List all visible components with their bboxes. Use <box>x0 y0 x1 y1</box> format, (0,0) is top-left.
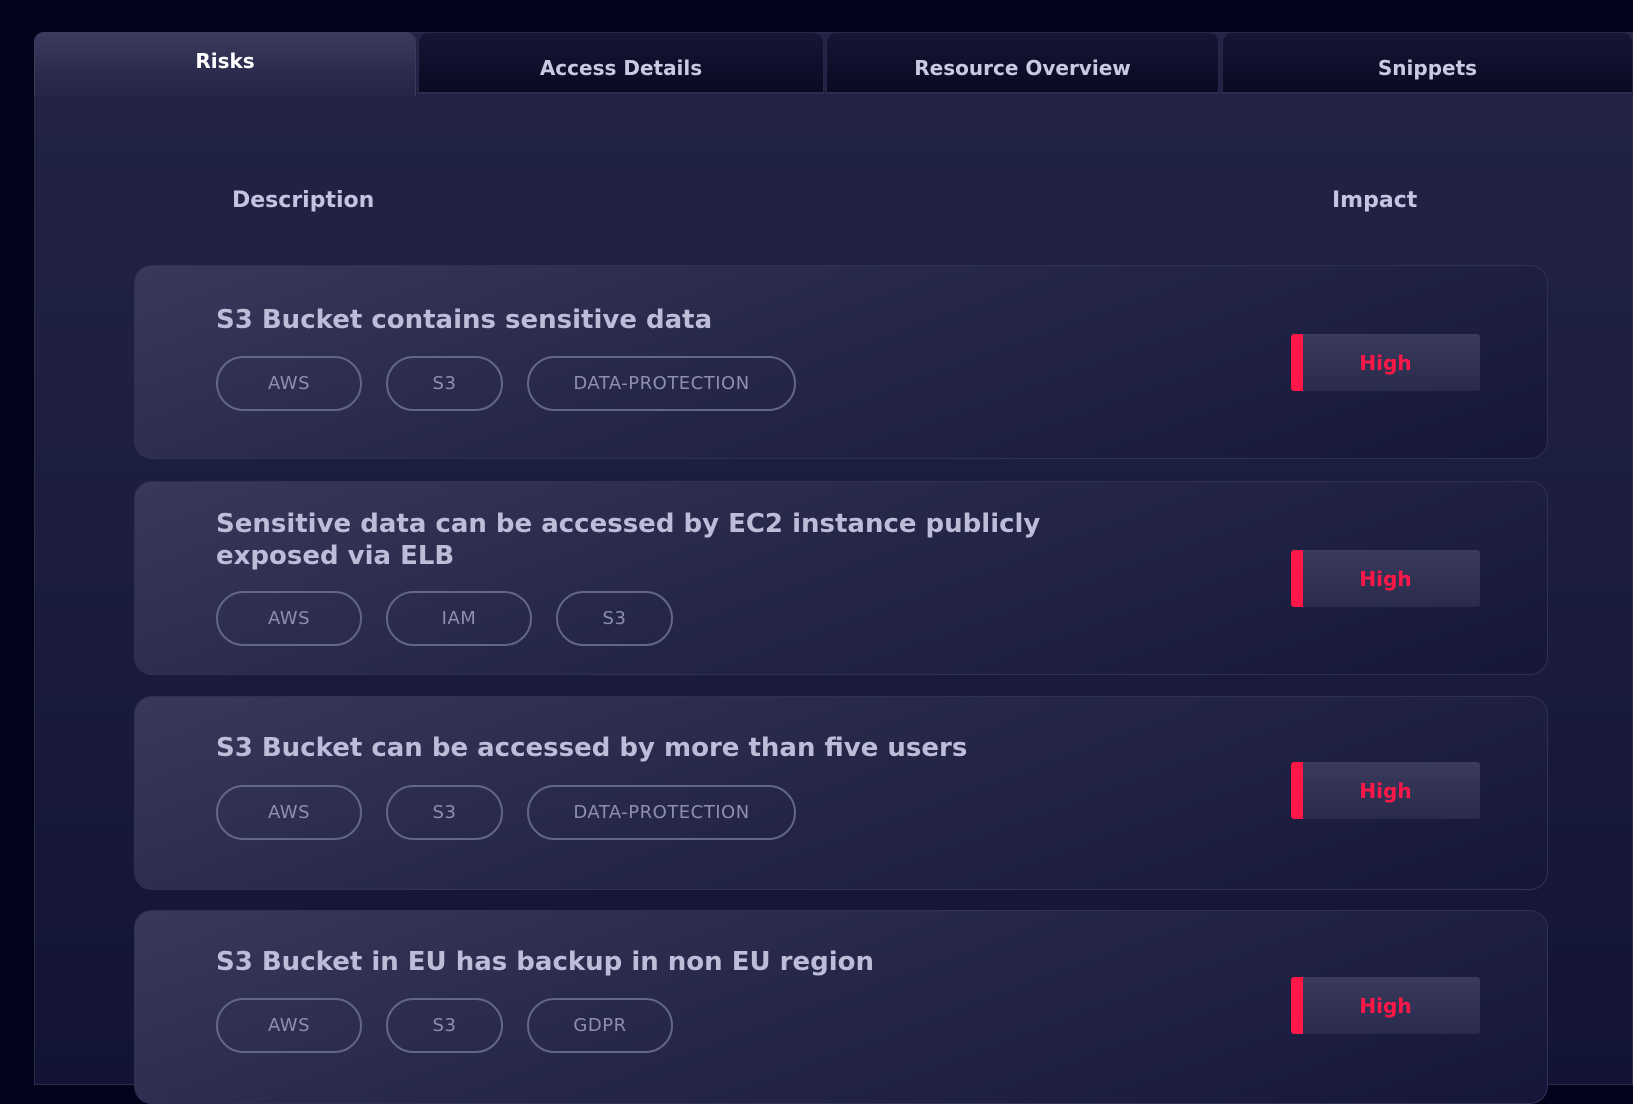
risk-title: S3 Bucket in EU has backup in non EU reg… <box>216 947 875 977</box>
impact-badge: High <box>1291 550 1480 607</box>
risk-title: S3 Bucket can be accessed by more than f… <box>216 733 968 763</box>
tag-s3[interactable]: S3 <box>556 591 673 646</box>
impact-badge: High <box>1291 334 1480 391</box>
tag-iam[interactable]: IAM <box>386 591 532 646</box>
impact-badge: High <box>1291 762 1480 819</box>
tab-resource-overview[interactable]: Resource Overview <box>826 32 1219 94</box>
tag-aws[interactable]: AWS <box>216 356 362 411</box>
risk-title: S3 Bucket contains sensitive data <box>216 305 713 335</box>
tab-snippets[interactable]: Snippets <box>1222 32 1633 94</box>
tag-data-protection[interactable]: DATA-PROTECTION <box>527 785 796 840</box>
impact-label: High <box>1359 778 1412 803</box>
risk-row[interactable]: S3 Bucket in EU has backup in non EU reg… <box>134 910 1548 1104</box>
tag-aws[interactable]: AWS <box>216 998 362 1053</box>
impact-indicator-bar <box>1291 334 1303 391</box>
tab-access-details[interactable]: Access Details <box>418 32 824 94</box>
impact-indicator-bar <box>1291 977 1303 1034</box>
impact-indicator-bar <box>1291 550 1303 607</box>
tag-data-protection[interactable]: DATA-PROTECTION <box>527 356 796 411</box>
tag-aws[interactable]: AWS <box>216 785 362 840</box>
impact-badge: High <box>1291 977 1480 1034</box>
risk-tags: AWS S3 DATA-PROTECTION <box>216 785 796 840</box>
risk-tags: AWS S3 DATA-PROTECTION <box>216 356 796 411</box>
risk-row[interactable]: S3 Bucket can be accessed by more than f… <box>134 696 1548 890</box>
impact-label: High <box>1359 566 1412 591</box>
impact-label: High <box>1359 350 1412 375</box>
description-column-header[interactable]: Description <box>232 188 374 213</box>
risk-title: Sensitive data can be accessed by EC2 in… <box>216 509 1041 571</box>
impact-label: High <box>1359 993 1412 1018</box>
risk-row[interactable]: Sensitive data can be accessed by EC2 in… <box>134 481 1548 675</box>
risk-tags: AWS S3 GDPR <box>216 998 673 1053</box>
tab-risks[interactable]: Risks <box>34 32 416 96</box>
impact-column-header[interactable]: Impact <box>1332 188 1417 213</box>
tag-gdpr[interactable]: GDPR <box>527 998 673 1053</box>
tag-s3[interactable]: S3 <box>386 998 503 1053</box>
tag-s3[interactable]: S3 <box>386 356 503 411</box>
risk-row[interactable]: S3 Bucket contains sensitive data AWS S3… <box>134 265 1548 459</box>
impact-indicator-bar <box>1291 762 1303 819</box>
tag-aws[interactable]: AWS <box>216 591 362 646</box>
tag-s3[interactable]: S3 <box>386 785 503 840</box>
risk-tags: AWS IAM S3 <box>216 591 673 646</box>
